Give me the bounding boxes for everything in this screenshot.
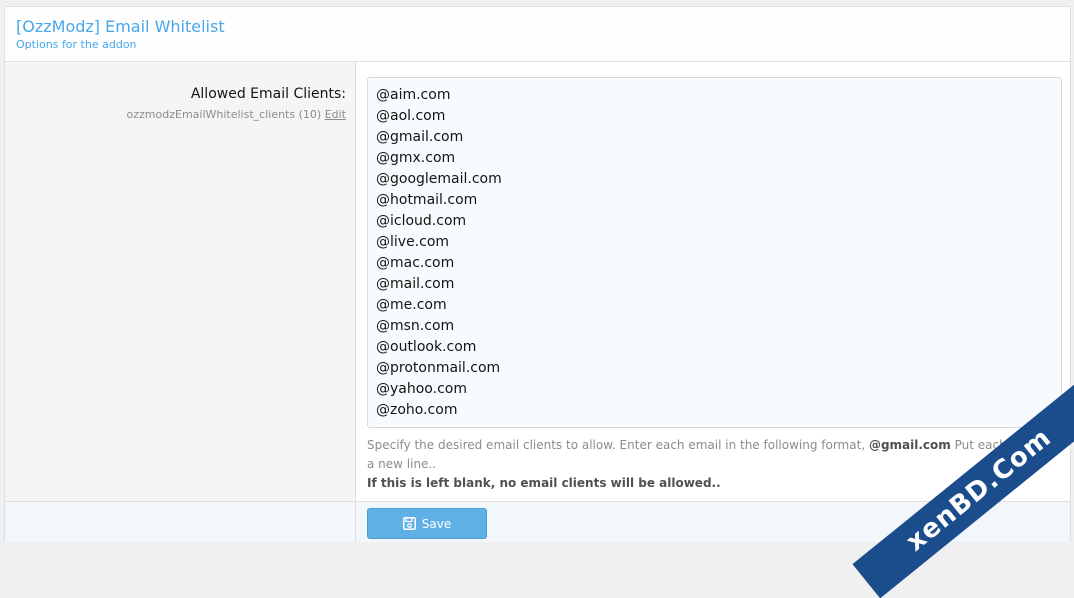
- save-icon: [402, 517, 416, 530]
- save-button-label: Save: [421, 516, 452, 531]
- allowed-clients-textarea[interactable]: @aim.com @aol.com @gmail.com @gmx.com @googl…: [367, 77, 1062, 428]
- textarea-line: @gmx.com: [376, 150, 456, 166]
- option-label-column: Allowed Email Clients: ozzmodzEmailWhite…: [5, 62, 356, 501]
- textarea-line: @live.com: [376, 234, 450, 250]
- save-button[interactable]: Save: [367, 508, 487, 539]
- textarea-line: @zoho.com: [376, 402, 458, 418]
- textarea-line: @mail.com: [376, 276, 455, 292]
- page-description: Options for the addon: [16, 38, 137, 51]
- textarea-line: @hotmail.com: [376, 192, 478, 208]
- option-hint: ozzmodzEmailWhitelist_clients (10) Edit: [127, 108, 346, 121]
- block-header: [OzzModz] Email Whitelist Options for th…: [5, 7, 1070, 62]
- explain-warning: If this is left blank, no email clients …: [367, 476, 721, 490]
- explain-text: Specify the desired email clients to all…: [367, 438, 866, 452]
- options-block: [OzzModz] Email Whitelist Options for th…: [4, 6, 1071, 542]
- textarea-line: @msn.com: [376, 318, 455, 334]
- submit-label-column: [5, 502, 356, 542]
- option-label: Allowed Email Clients:: [190, 86, 346, 102]
- explain-example: @gmail.com: [868, 438, 951, 452]
- textarea-line: @outlook.com: [376, 339, 477, 355]
- page-title: [OzzModz] Email Whitelist: [16, 17, 225, 36]
- textarea-line: @googlemail.com: [376, 171, 502, 187]
- textarea-line: @me.com: [376, 297, 447, 313]
- textarea-line: @icloud.com: [376, 213, 467, 229]
- textarea-line: @protonmail.com: [376, 360, 501, 376]
- textarea-line: @aim.com: [376, 87, 451, 103]
- edit-option-link[interactable]: Edit: [325, 108, 346, 121]
- textarea-line: @gmail.com: [376, 129, 464, 145]
- textarea-line: @yahoo.com: [376, 381, 467, 397]
- option-id: ozzmodzEmailWhitelist_clients (10): [126, 108, 322, 121]
- textarea-line: @aol.com: [376, 108, 446, 124]
- option-row-allowed-clients: Allowed Email Clients: ozzmodzEmailWhite…: [5, 62, 1070, 501]
- textarea-line: @mac.com: [376, 255, 455, 271]
